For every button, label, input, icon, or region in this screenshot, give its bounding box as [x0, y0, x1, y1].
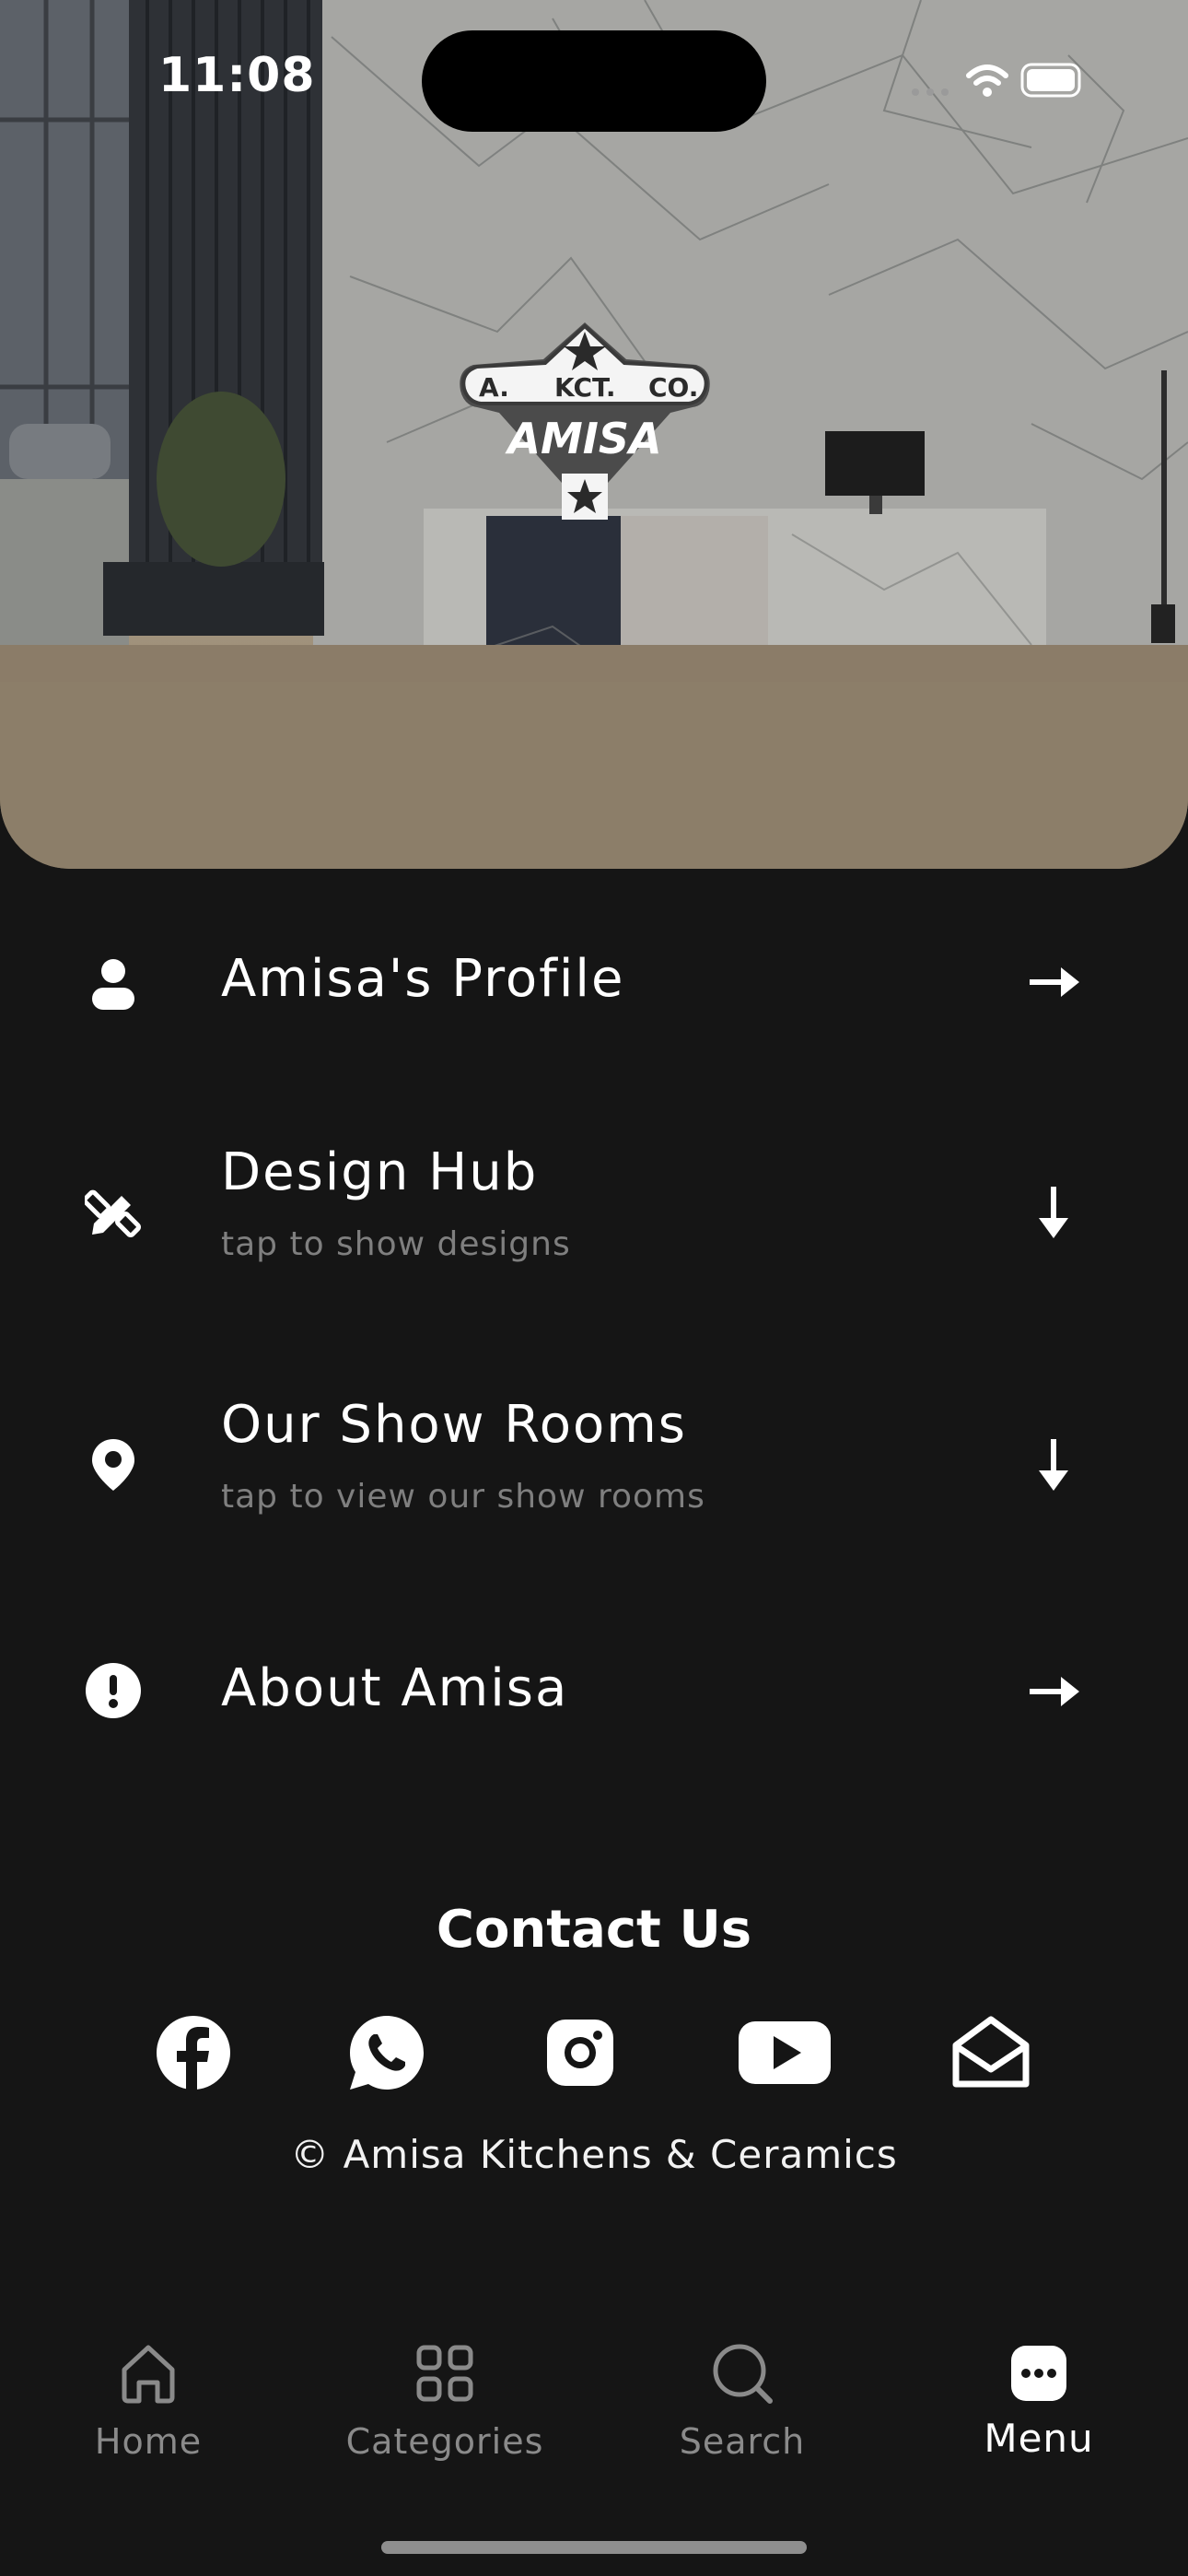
- menu-title: Design Hub: [221, 1142, 539, 1202]
- tab-label: Categories: [345, 2421, 544, 2462]
- mail-icon[interactable]: [950, 2012, 1031, 2093]
- facebook-icon[interactable]: [153, 2012, 234, 2093]
- arrow-down-icon: [1039, 1187, 1068, 1238]
- exclamation-circle-icon: [86, 1663, 141, 1718]
- menu-item-profile[interactable]: Amisa's Profile: [0, 890, 1188, 1074]
- home-icon: [122, 2345, 175, 2404]
- menu-item-design-hub[interactable]: Design Hub tap to show designs: [0, 1122, 1188, 1306]
- tab-label: Search: [679, 2421, 806, 2462]
- logo-top-text-1: A.: [479, 372, 509, 403]
- menu-title: Amisa's Profile: [221, 949, 625, 1009]
- logo-brand-text: AMISA: [505, 414, 661, 463]
- menu-dots-icon: [1011, 2346, 1066, 2401]
- hero-banner: 11:08 A. KCT. CO. AMISA: [0, 0, 1188, 869]
- tab-menu[interactable]: Menu: [928, 2340, 1149, 2469]
- instagram-icon[interactable]: [540, 2012, 621, 2093]
- logo-top-text-3: CO.: [648, 372, 698, 403]
- menu-subtitle: tap to view our show rooms: [221, 1478, 705, 1516]
- tab-label: Menu: [984, 2416, 1094, 2461]
- youtube-icon[interactable]: [737, 2012, 833, 2093]
- arrow-down-icon: [1039, 1439, 1068, 1491]
- menu-subtitle: tap to show designs: [221, 1225, 571, 1263]
- pencil-ruler-icon: [85, 1189, 141, 1237]
- tab-search[interactable]: Search: [632, 2340, 853, 2469]
- tab-categories[interactable]: Categories: [334, 2340, 555, 2469]
- status-icons: [912, 63, 1081, 98]
- dynamic-island: [422, 30, 766, 132]
- wifi-icon: [966, 64, 1008, 86]
- battery-icon: [1020, 63, 1081, 98]
- copyright-text: © Amisa Kitchens & Ceramics: [290, 2132, 898, 2177]
- status-time: 11:08: [158, 48, 316, 103]
- tab-home[interactable]: Home: [38, 2340, 259, 2469]
- contact-title: Contact Us: [436, 1900, 752, 1960]
- signal-icon: [912, 88, 949, 96]
- home-indicator: [381, 2541, 807, 2554]
- menu-item-show-rooms[interactable]: Our Show Rooms tap to view our show room…: [0, 1375, 1188, 1559]
- grid-icon: [416, 2345, 473, 2402]
- menu-title: About Amisa: [221, 1658, 569, 1718]
- arrow-right-icon: [1030, 967, 1079, 997]
- logo-top-text-2: KCT.: [554, 372, 615, 403]
- menu-item-about[interactable]: About Amisa: [0, 1599, 1188, 1784]
- arrow-right-icon: [1030, 1677, 1079, 1706]
- whatsapp-icon[interactable]: [346, 2012, 427, 2093]
- amisa-logo: A. KCT. CO. AMISA: [460, 322, 710, 520]
- search-icon: [713, 2344, 773, 2404]
- user-icon: [92, 959, 134, 1010]
- location-pin-icon: [92, 1439, 134, 1491]
- tab-label: Home: [94, 2421, 203, 2462]
- menu-title: Our Show Rooms: [221, 1395, 687, 1455]
